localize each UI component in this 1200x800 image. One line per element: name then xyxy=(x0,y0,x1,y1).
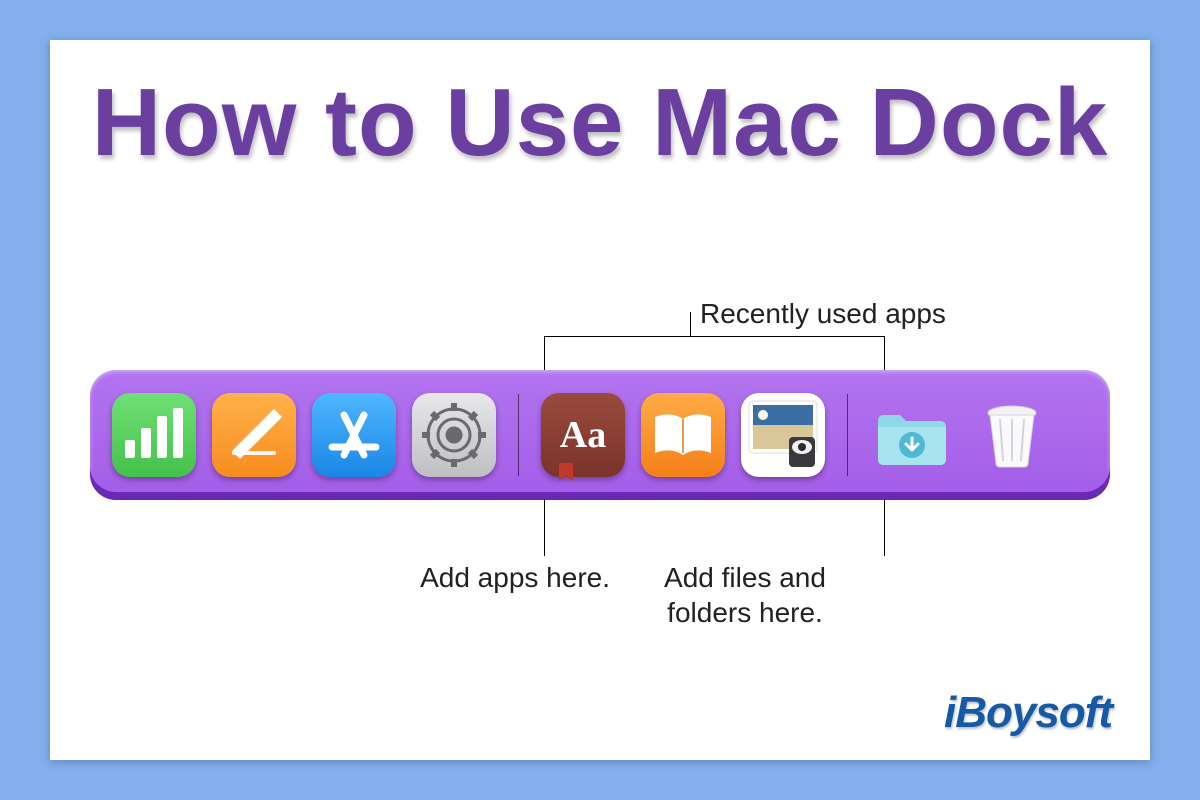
brand-logo: iBoysoft xyxy=(944,688,1112,738)
books-icon[interactable] xyxy=(641,393,725,477)
callout-add-files: Add files and folders here. xyxy=(620,560,870,630)
bracket-horizontal xyxy=(544,336,884,337)
bracket-right-vert xyxy=(884,336,885,374)
card: How to Use Mac Dock Recently used apps xyxy=(50,40,1150,760)
system-preferences-icon[interactable] xyxy=(412,393,496,477)
dictionary-label: Aa xyxy=(560,413,606,457)
bookmark-ribbon-icon xyxy=(559,463,573,481)
bracket-stem xyxy=(690,312,691,336)
dock[interactable]: Aa xyxy=(90,370,1110,500)
pages-icon[interactable] xyxy=(212,393,296,477)
page-title: How to Use Mac Dock xyxy=(50,68,1150,178)
app-store-icon[interactable] xyxy=(312,393,396,477)
dock-separator-2 xyxy=(847,394,848,476)
dock-diagram: Recently used apps xyxy=(50,290,1150,690)
callout-apps-line xyxy=(544,500,545,556)
bracket-left-vert xyxy=(544,336,545,374)
downloads-folder-icon[interactable] xyxy=(870,393,954,477)
callout-add-apps: Add apps here. xyxy=(250,560,610,595)
callout-files-line xyxy=(884,500,885,556)
trash-icon[interactable] xyxy=(970,393,1054,477)
preview-icon[interactable] xyxy=(741,393,825,477)
dock-separator-1 xyxy=(518,394,519,476)
numbers-icon[interactable] xyxy=(112,393,196,477)
dictionary-icon[interactable]: Aa xyxy=(541,393,625,477)
callout-recent: Recently used apps xyxy=(700,296,946,331)
